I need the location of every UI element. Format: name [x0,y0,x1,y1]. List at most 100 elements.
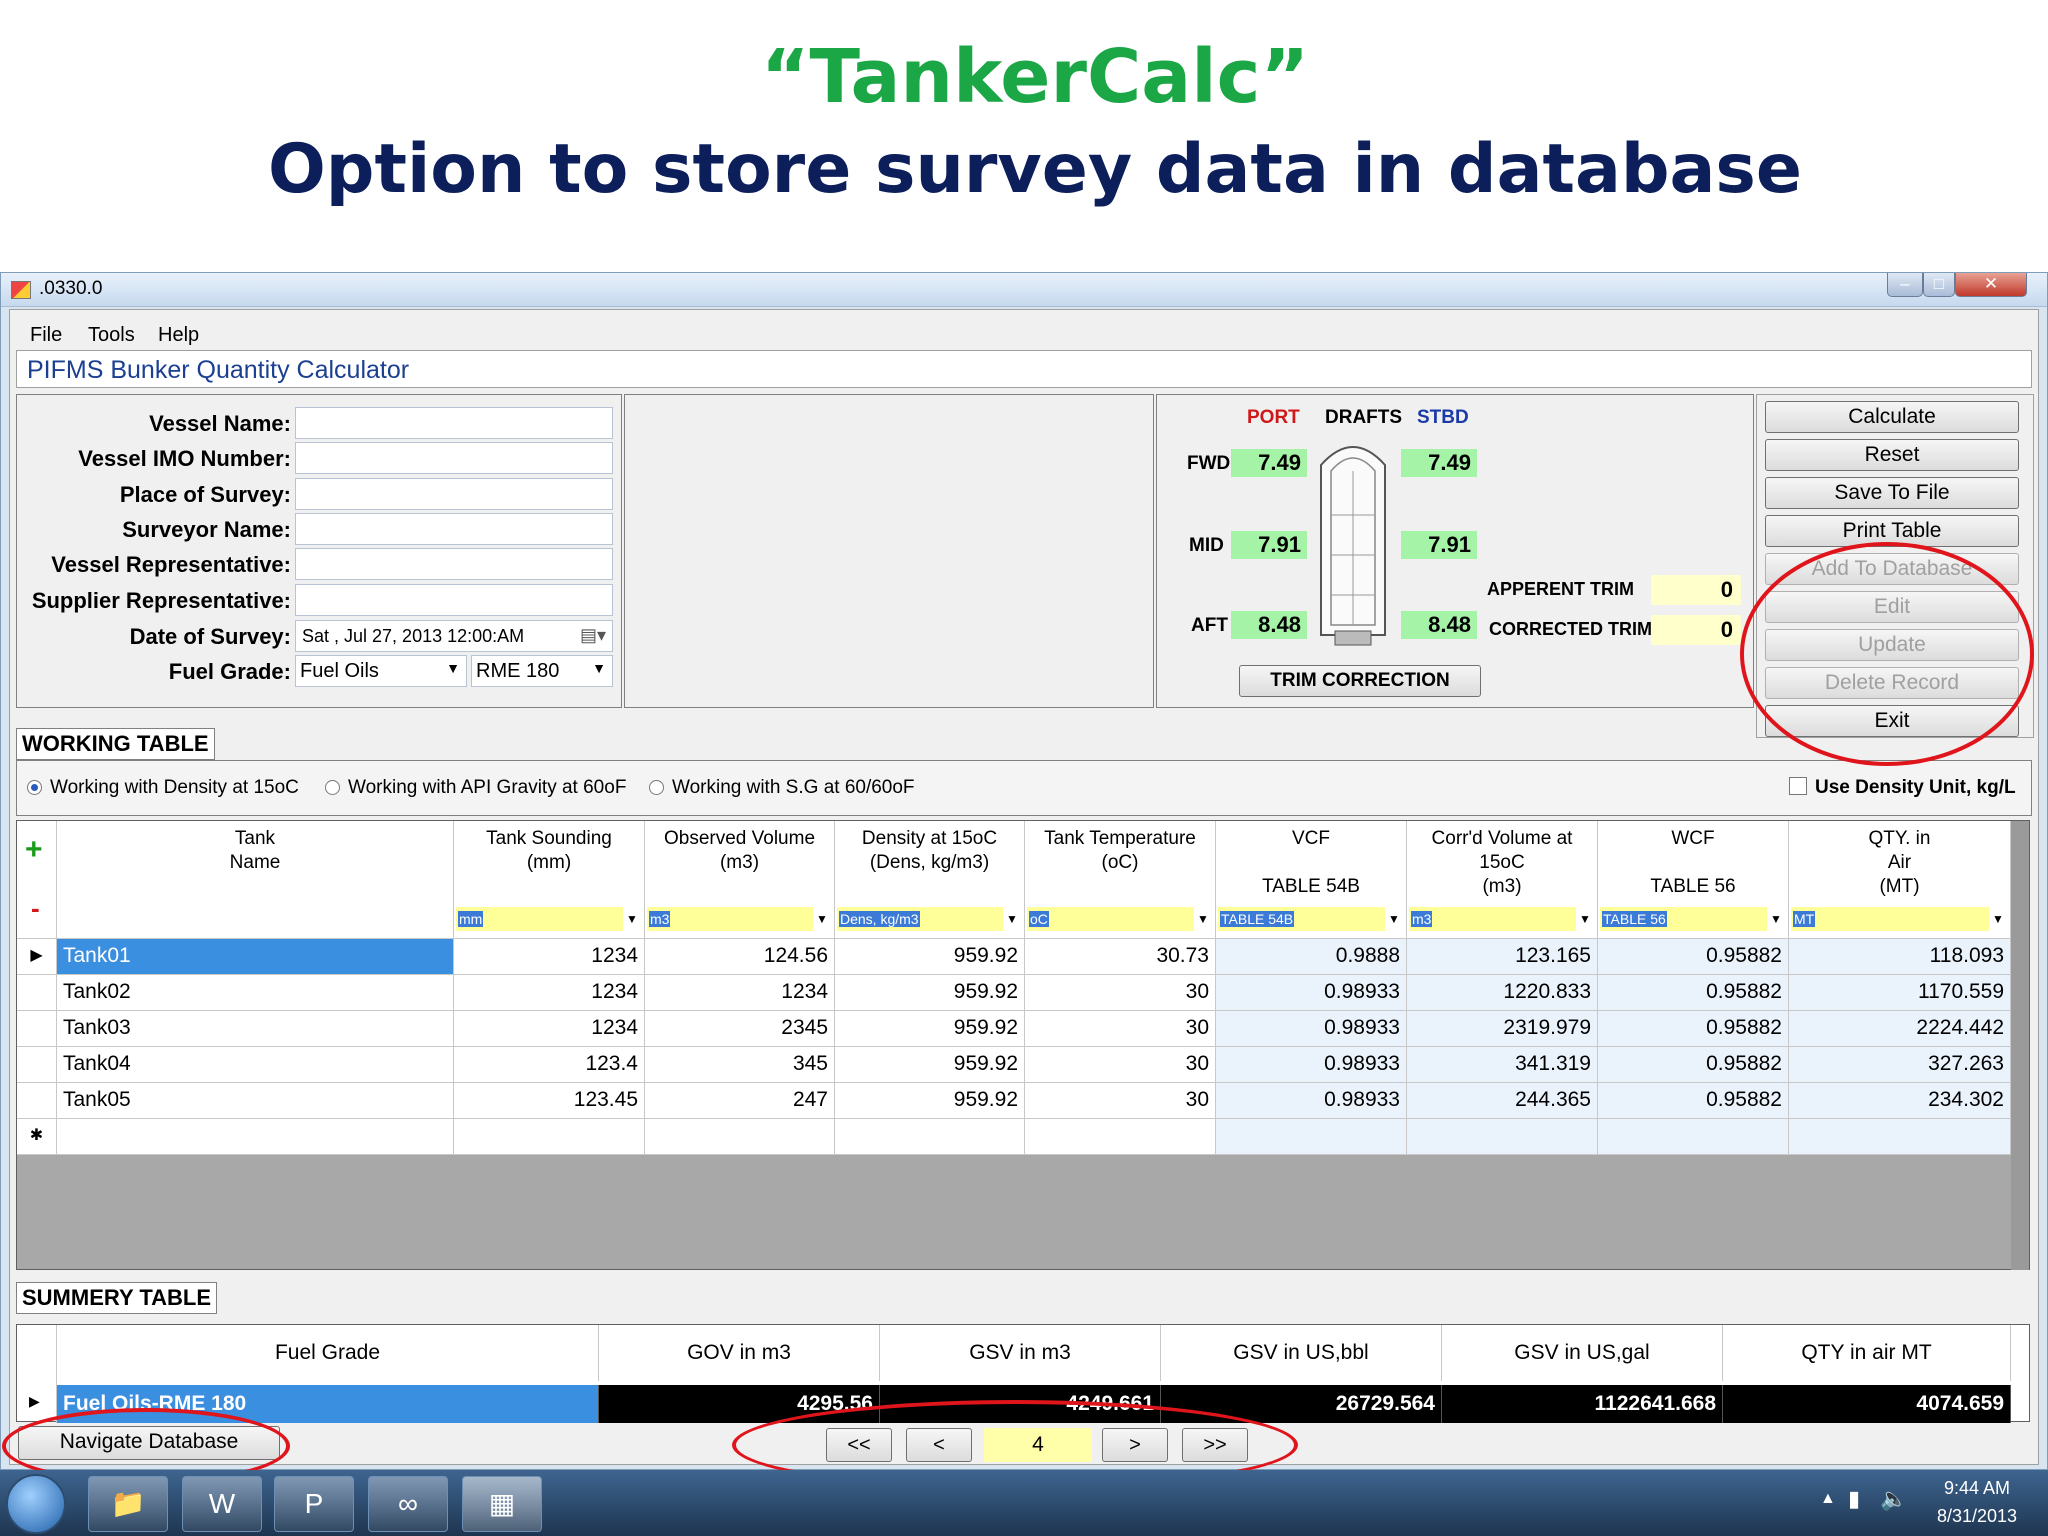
radio-api-gravity[interactable]: Working with API Gravity at 60oF [325,777,626,799]
radio-specific-gravity[interactable]: Working with S.G at 60/60oF [649,777,915,799]
table-cell[interactable]: 2319.979 [1407,1011,1598,1047]
add-row-icon[interactable]: + [25,833,43,867]
start-button[interactable] [6,1474,66,1534]
table-cell[interactable]: 0.98933 [1216,1047,1407,1083]
table-cell[interactable]: 0.95882 [1598,939,1789,975]
new-row-icon[interactable]: ✱ [17,1119,57,1155]
battery-icon[interactable]: ▮ [1848,1486,1860,1512]
table-cell[interactable]: 1220.833 [1407,975,1598,1011]
volume-icon[interactable]: 🔈 [1880,1486,1907,1512]
app-infinity-taskbar-icon[interactable]: ∞ [368,1476,448,1532]
table-cell[interactable]: 2345 [645,1011,835,1047]
aft-port-draft[interactable]: 8.48 [1231,611,1307,639]
table-cell[interactable]: 341.319 [1407,1047,1598,1083]
explorer-taskbar-icon[interactable]: 📁 [88,1476,168,1532]
remove-row-icon[interactable]: - [31,893,40,924]
table-cell[interactable]: 123.4 [454,1047,645,1083]
table-cell[interactable]: 327.263 [1789,1047,2011,1083]
table-cell[interactable] [1598,1119,1789,1155]
table-cell[interactable]: 0.95882 [1598,1083,1789,1119]
vessel-rep-input[interactable] [295,548,613,580]
density-unit-checkbox[interactable]: Use Density Unit, kg/L [1789,777,2016,799]
trim-correction-button[interactable]: TRIM CORRECTION [1239,665,1481,697]
mid-port-draft[interactable]: 7.91 [1231,531,1307,559]
table-cell[interactable]: 118.093 [1789,939,2011,975]
clock-time[interactable]: 9:44 AM [1918,1478,2036,1499]
reset-button[interactable]: Reset [1765,439,2019,471]
vessel-name-input[interactable] [295,407,613,439]
table-cell[interactable] [835,1119,1025,1155]
table-cell[interactable]: 30 [1025,1047,1216,1083]
calculate-button[interactable]: Calculate [1765,401,2019,433]
table-cell[interactable]: 959.92 [835,1011,1025,1047]
menu-file[interactable]: File [30,324,62,347]
table-cell[interactable]: 0.98933 [1216,975,1407,1011]
table-cell[interactable]: 959.92 [835,1047,1025,1083]
table-cell[interactable]: 0.9888 [1216,939,1407,975]
mid-stbd-draft[interactable]: 7.91 [1401,531,1477,559]
table-cell[interactable] [454,1119,645,1155]
row-header[interactable] [17,1011,57,1047]
minimize-button[interactable]: – [1887,273,1923,297]
table-cell[interactable]: 234.302 [1789,1083,2011,1119]
unit-dropdown[interactable]: TABLE 54B ▼ [1218,907,1403,931]
fwd-port-draft[interactable]: 7.49 [1231,449,1307,477]
fuel-type-select[interactable]: Fuel Oils ▼ [295,655,467,687]
table-cell[interactable]: 0.98933 [1216,1083,1407,1119]
table-cell[interactable]: 30 [1025,1011,1216,1047]
table-cell[interactable]: 124.56 [645,939,835,975]
table-cell[interactable]: 345 [645,1047,835,1083]
date-picker[interactable]: Sat , Jul 27, 2013 12:00:AM ▤▾ [295,620,613,652]
radio-density[interactable]: Working with Density at 15oC [27,777,299,799]
row-header[interactable] [17,1047,57,1083]
table-cell[interactable] [645,1119,835,1155]
unit-dropdown[interactable]: m3 ▼ [1409,907,1594,931]
powerpoint-taskbar-icon[interactable]: P [274,1476,354,1532]
place-input[interactable] [295,478,613,510]
table-cell[interactable]: 30 [1025,1083,1216,1119]
table-cell[interactable]: 30.73 [1025,939,1216,975]
summary-cell[interactable]: 1122641.668 [1442,1385,1723,1423]
table-cell[interactable]: 0.95882 [1598,975,1789,1011]
current-row-icon[interactable]: ▶ [17,939,57,975]
aft-stbd-draft[interactable]: 8.48 [1401,611,1477,639]
table-cell[interactable]: Tank02 [57,975,454,1011]
supplier-rep-input[interactable] [295,584,613,616]
table-cell[interactable]: 1234 [454,1011,645,1047]
table-cell[interactable]: 123.45 [454,1083,645,1119]
unit-dropdown[interactable]: oC ▼ [1027,907,1212,931]
unit-dropdown[interactable]: MT ▼ [1791,907,2007,931]
table-cell[interactable]: 959.92 [835,975,1025,1011]
row-header[interactable] [17,1083,57,1119]
unit-dropdown[interactable]: m3 ▼ [647,907,831,931]
fwd-stbd-draft[interactable]: 7.49 [1401,449,1477,477]
table-cell[interactable]: 123.165 [1407,939,1598,975]
menu-tools[interactable]: Tools [88,324,135,347]
table-cell[interactable]: 244.365 [1407,1083,1598,1119]
table-cell[interactable] [1025,1119,1216,1155]
calendar-icon[interactable]: ▤▾ [580,625,606,646]
surveyor-input[interactable] [295,513,613,545]
table-cell[interactable]: 30 [1025,975,1216,1011]
table-cell[interactable]: Tank01 [57,939,454,975]
menu-help[interactable]: Help [158,324,199,347]
table-cell[interactable]: Tank04 [57,1047,454,1083]
table-cell[interactable]: 2224.442 [1789,1011,2011,1047]
clock-date[interactable]: 8/31/2013 [1918,1506,2036,1527]
fuel-grade-select[interactable]: RME 180 ▼ [471,655,613,687]
table-cell[interactable]: 0.95882 [1598,1011,1789,1047]
table-cell[interactable]: Tank05 [57,1083,454,1119]
table-cell[interactable] [1789,1119,2011,1155]
tankercalc-taskbar-icon[interactable]: ▦ [462,1476,542,1532]
table-cell[interactable]: 1234 [645,975,835,1011]
table-cell[interactable]: 1170.559 [1789,975,2011,1011]
table-cell[interactable]: 0.95882 [1598,1047,1789,1083]
table-cell[interactable]: 0.98933 [1216,1011,1407,1047]
vessel-imo-input[interactable] [295,442,613,474]
save-to-file-button[interactable]: Save To File [1765,477,2019,509]
table-cell[interactable]: Tank03 [57,1011,454,1047]
unit-dropdown[interactable]: mm ▼ [456,907,641,931]
row-header[interactable] [17,975,57,1011]
close-button[interactable]: ✕ [1955,273,2027,297]
unit-dropdown[interactable]: Dens, kg/m3 ▼ [837,907,1021,931]
